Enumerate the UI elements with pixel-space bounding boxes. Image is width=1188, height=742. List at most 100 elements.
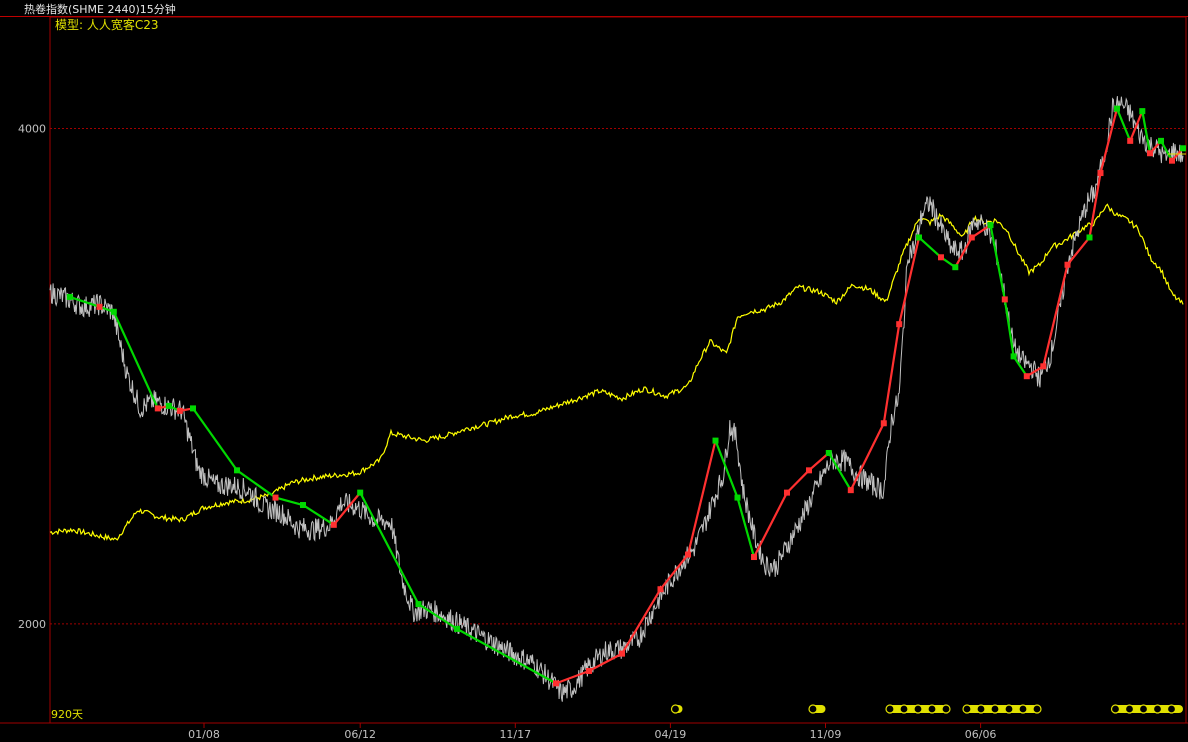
- signal-marker: [1086, 234, 1093, 241]
- signal-marker-dot: [1138, 704, 1149, 714]
- signal-marker-dot: [976, 704, 986, 714]
- signal-marker: [415, 601, 422, 608]
- signal-segment: [1066, 236, 1091, 266]
- signal-marker: [685, 551, 691, 558]
- signal-marker: [847, 487, 854, 494]
- signal-marker: [110, 308, 117, 315]
- signal-marker: [1001, 296, 1008, 303]
- signal-segment: [112, 311, 159, 409]
- signal-marker: [176, 407, 183, 414]
- signal-marker: [751, 554, 757, 561]
- signal-segment: [882, 324, 901, 424]
- signal-marker-dot: [899, 704, 909, 714]
- signal-marker: [952, 264, 959, 271]
- x-tick-label: 06/06: [965, 728, 997, 741]
- x-tick-label: 06/12: [344, 728, 376, 741]
- bottom-markers: [670, 704, 1183, 714]
- signal-marker: [190, 405, 196, 412]
- signal-marker-dot: [1124, 704, 1135, 714]
- signal-marker: [734, 494, 741, 501]
- x-tick-label: 11/17: [499, 728, 531, 741]
- signal-segment: [1099, 108, 1119, 174]
- signal-segment: [192, 407, 238, 471]
- signal-marker: [234, 467, 240, 474]
- signal-segment: [659, 553, 689, 590]
- signal-marker-dot: [927, 704, 937, 714]
- signal-segment: [1042, 264, 1069, 367]
- signal-marker: [553, 680, 559, 687]
- signal-marker: [880, 420, 887, 427]
- signal-marker: [330, 521, 337, 528]
- signal-marker-dot: [941, 704, 951, 714]
- signal-marker: [825, 449, 832, 456]
- signal-marker: [1023, 373, 1030, 380]
- signal-marker: [896, 321, 903, 328]
- x-axis-labels: 01/08 06/12 11/17 04/19 11/09 06/06: [188, 723, 996, 741]
- signal-marker: [300, 502, 306, 509]
- signal-marker: [1180, 145, 1186, 152]
- signal-segment: [1088, 172, 1102, 238]
- signal-marker: [1114, 105, 1120, 112]
- signal-marker: [784, 489, 790, 496]
- price-line: [49, 96, 1184, 702]
- signal-segment: [275, 496, 304, 507]
- signal-segment: [989, 224, 1006, 300]
- signal-marker-dot: [670, 704, 681, 714]
- signal-marker-dot: [1018, 704, 1028, 714]
- signal-marker-dot: [962, 704, 972, 714]
- signal-marker-dot: [1166, 704, 1177, 714]
- signal-marker-dot: [1110, 704, 1121, 714]
- signal-segment: [918, 236, 942, 259]
- signal-marker: [987, 222, 994, 229]
- signal-marker: [968, 234, 975, 241]
- signal-marker-dot: [1152, 704, 1163, 714]
- signal-marker: [916, 234, 922, 241]
- y-tick-label: 4000: [18, 122, 46, 135]
- signal-segment: [714, 440, 739, 498]
- chart-window: 热卷指数(SHME 2440)15分钟 4000 2000 01/08 06/12 1…: [0, 0, 1188, 742]
- signal-marker: [1139, 108, 1146, 115]
- price-series: [49, 96, 1184, 702]
- signal-marker: [1158, 137, 1164, 144]
- signal-marker: [357, 489, 364, 496]
- signal-segment: [753, 492, 788, 558]
- y-tick-label: 2000: [18, 618, 46, 631]
- signal-marker-dot: [1004, 704, 1014, 714]
- plot-frame: [49, 16, 1187, 724]
- signal-marker: [1040, 363, 1047, 370]
- grid-lines: [50, 127, 1186, 625]
- signal-marker-dot: [1032, 704, 1042, 714]
- signal-segment: [359, 492, 420, 605]
- signal-marker: [66, 293, 73, 300]
- signal-marker: [1147, 150, 1153, 157]
- signal-marker: [712, 437, 719, 444]
- y-axis-labels: 4000 2000: [18, 122, 46, 630]
- price-chart[interactable]: 40002000 01/08 06/12 11/17 04/19 11/09 06/06 …: [0, 0, 1188, 742]
- signal-marker: [1010, 353, 1017, 360]
- period-label: 920天: [51, 708, 83, 721]
- signal-marker: [938, 254, 944, 261]
- signal-marker: [1169, 157, 1175, 164]
- signal-segment: [456, 627, 557, 685]
- signal-marker-band: [963, 705, 1040, 713]
- signal-marker: [272, 494, 279, 501]
- signal-marker-dot: [913, 704, 923, 714]
- x-tick-label: 01/08: [188, 728, 220, 741]
- signal-marker: [1064, 261, 1071, 268]
- x-tick-label: 11/09: [810, 728, 842, 741]
- signal-segment: [621, 588, 662, 655]
- signal-marker: [806, 467, 812, 474]
- signal-marker-dot: [885, 704, 895, 714]
- signal-marker: [619, 650, 625, 657]
- signal-marker: [454, 625, 460, 632]
- signal-marker: [96, 303, 103, 310]
- signal-marker: [586, 667, 592, 674]
- signal-segment: [555, 669, 590, 685]
- signal-segment: [786, 469, 810, 494]
- signal-marker: [657, 586, 664, 593]
- signal-marker-dot: [990, 704, 1000, 714]
- signal-marker: [154, 405, 161, 412]
- signal-marker: [1097, 170, 1104, 177]
- x-tick-label: 04/19: [655, 728, 687, 741]
- signal-segment: [898, 237, 921, 325]
